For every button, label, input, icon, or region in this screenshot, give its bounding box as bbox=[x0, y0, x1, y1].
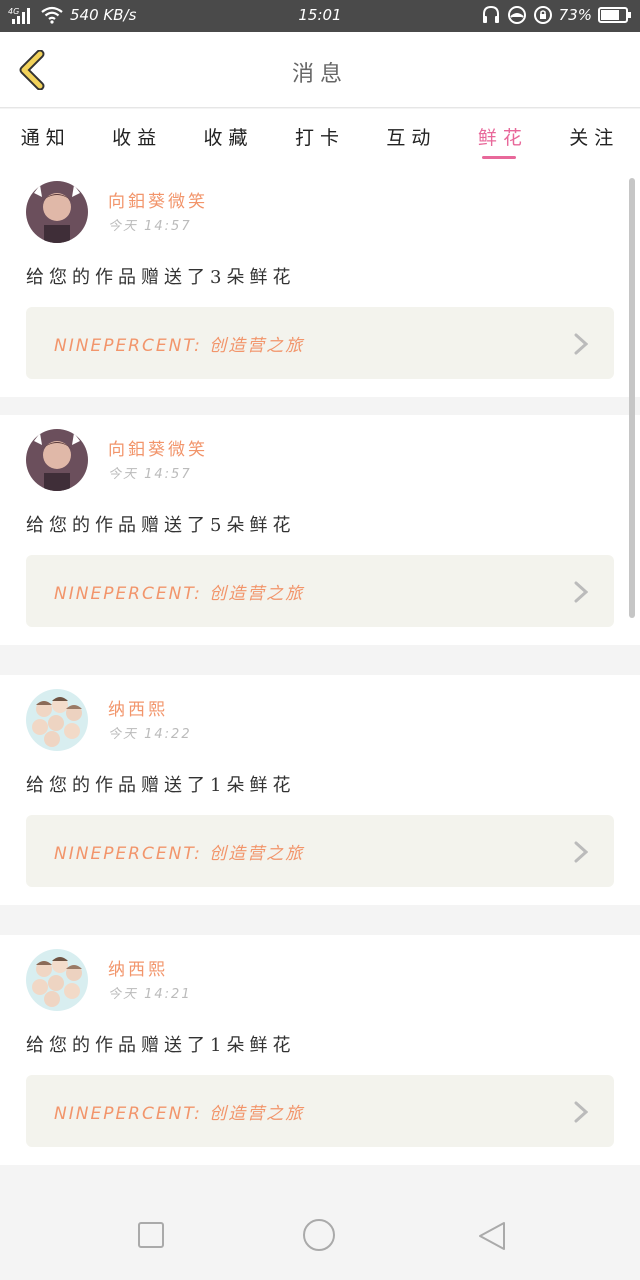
tab-favorites[interactable]: 收藏 bbox=[183, 109, 274, 167]
tab-indicator bbox=[481, 156, 516, 159]
message-card: 向鈤葵微笑 今天 14:57 给您的作品赠送了5朵鲜花 NINEPERCENT:… bbox=[0, 415, 640, 645]
status-right: 73% bbox=[481, 5, 632, 25]
message-time: 今天 14:21 bbox=[108, 987, 192, 1002]
message-time: 今天 14:57 bbox=[108, 219, 192, 234]
work-link[interactable]: NINEPERCENT: 创造营之旅 bbox=[26, 307, 614, 379]
tab-label: 关注 bbox=[569, 127, 620, 149]
tab-bar: 通知 收益 收藏 打卡 互动 鲜花 关注 bbox=[0, 109, 640, 167]
work-title: NINEPERCENT: 创造营之旅 bbox=[54, 336, 305, 356]
avatar[interactable] bbox=[26, 689, 88, 751]
header: 消息 bbox=[0, 32, 640, 108]
tab-label: 鲜花 bbox=[477, 127, 528, 149]
message-text: 给您的作品赠送了1朵鲜花 bbox=[26, 1035, 296, 1056]
avatar[interactable] bbox=[26, 949, 88, 1011]
tab-income[interactable]: 收益 bbox=[91, 109, 182, 167]
avatar[interactable] bbox=[26, 181, 88, 243]
headphones-icon bbox=[482, 5, 499, 23]
work-link[interactable]: NINEPERCENT: 创造营之旅 bbox=[26, 555, 614, 627]
chevron-right-icon bbox=[574, 841, 588, 863]
work-title: NINEPERCENT: 创造营之旅 bbox=[54, 1104, 305, 1124]
triangle-icon[interactable] bbox=[476, 1220, 508, 1252]
data-saver-icon bbox=[507, 6, 526, 24]
username[interactable]: 向鈤葵微笑 bbox=[108, 187, 208, 212]
tab-label: 互动 bbox=[386, 127, 437, 149]
work-title: NINEPERCENT: 创造营之旅 bbox=[54, 584, 305, 604]
battery-percent: 73% bbox=[558, 6, 592, 24]
message-time: 今天 14:57 bbox=[108, 467, 192, 482]
tab-label: 通知 bbox=[20, 127, 71, 149]
work-title: NINEPERCENT: 创造营之旅 bbox=[54, 844, 305, 864]
username[interactable]: 纳西熙 bbox=[108, 695, 168, 720]
tab-flowers[interactable]: 鲜花 bbox=[457, 109, 548, 167]
tab-label: 打卡 bbox=[294, 127, 345, 149]
message-card: 向鈤葵微笑 今天 14:57 给您的作品赠送了3朵鲜花 NINEPERCENT:… bbox=[0, 167, 640, 397]
message-time: 今天 14:22 bbox=[108, 727, 192, 742]
status-bar: 4G 540 KB/s 15:01 73% bbox=[0, 0, 640, 32]
username[interactable]: 纳西熙 bbox=[108, 955, 168, 980]
work-link[interactable]: NINEPERCENT: 创造营之旅 bbox=[26, 1075, 614, 1147]
tab-label: 收藏 bbox=[203, 127, 254, 149]
page-title: 消息 bbox=[291, 62, 348, 87]
message-text: 给您的作品赠送了1朵鲜花 bbox=[26, 775, 296, 796]
chevron-right-icon bbox=[574, 1101, 588, 1123]
message-text: 给您的作品赠送了5朵鲜花 bbox=[26, 515, 296, 536]
username[interactable]: 向鈤葵微笑 bbox=[108, 435, 208, 460]
tab-follow[interactable]: 关注 bbox=[549, 109, 640, 167]
tab-notify[interactable]: 通知 bbox=[0, 109, 91, 167]
scrollbar[interactable] bbox=[629, 178, 635, 618]
circle-icon[interactable] bbox=[302, 1218, 336, 1252]
chevron-right-icon bbox=[574, 333, 588, 355]
message-card: 纳西熙 今天 14:21 给您的作品赠送了1朵鲜花 NINEPERCENT: 创… bbox=[0, 935, 640, 1165]
tab-interaction[interactable]: 互动 bbox=[366, 109, 457, 167]
tab-label: 收益 bbox=[112, 127, 163, 149]
work-link[interactable]: NINEPERCENT: 创造营之旅 bbox=[26, 815, 614, 887]
chevron-right-icon bbox=[574, 581, 588, 603]
system-nav-bar bbox=[0, 1186, 640, 1280]
rotation-lock-icon bbox=[533, 6, 552, 24]
square-icon[interactable] bbox=[136, 1220, 166, 1250]
battery-icon bbox=[598, 7, 631, 23]
message-card: 纳西熙 今天 14:22 给您的作品赠送了1朵鲜花 NINEPERCENT: 创… bbox=[0, 675, 640, 905]
tab-checkin[interactable]: 打卡 bbox=[274, 109, 365, 167]
message-text: 给您的作品赠送了3朵鲜花 bbox=[26, 267, 296, 288]
avatar[interactable] bbox=[26, 429, 88, 491]
